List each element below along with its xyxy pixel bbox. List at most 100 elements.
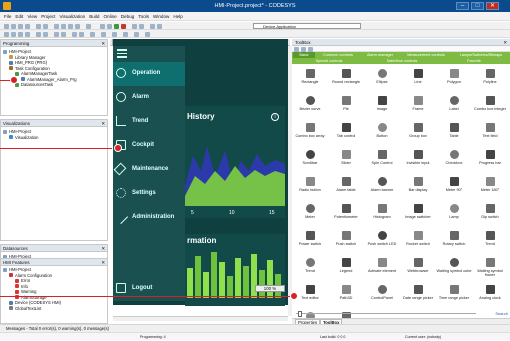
- toolbox-item[interactable]: Progress bar: [472, 145, 508, 173]
- toolbox-item[interactable]: Path3D: [328, 280, 364, 308]
- close-icon[interactable]: ✕: [101, 259, 105, 266]
- nav-trend[interactable]: Trend: [113, 110, 185, 134]
- toolbox-item[interactable]: Rectangle: [292, 64, 328, 92]
- close-icon[interactable]: ✕: [101, 40, 105, 47]
- menu-file[interactable]: File: [4, 12, 11, 21]
- menu-visualization[interactable]: Visualization: [60, 12, 86, 21]
- size-icon[interactable]: [101, 31, 106, 37]
- messages-bar[interactable]: Messages - Total 0 error(s), 0 warning(s…: [0, 324, 510, 332]
- toolbox-item[interactable]: Button: [364, 118, 400, 146]
- open-icon[interactable]: [11, 23, 16, 29]
- toolbox-item[interactable]: Meter 90°: [436, 172, 472, 200]
- tree-item[interactable]: DatasourcesTask: [3, 82, 107, 88]
- center-icon[interactable]: [90, 31, 95, 37]
- tree-item[interactable]: Visualization: [3, 135, 107, 141]
- delete-icon[interactable]: [75, 23, 80, 29]
- toolbox-item[interactable]: Pie: [328, 91, 364, 119]
- build-icon[interactable]: [100, 23, 105, 29]
- toolbox-item[interactable]: Spin Control: [364, 145, 400, 173]
- toolbox-item[interactable]: Radio button: [292, 172, 328, 200]
- toolbox-item[interactable]: Combo box integer: [472, 91, 508, 119]
- toolbox-item[interactable]: Image switcher: [400, 199, 436, 227]
- monitor-icon[interactable]: [157, 23, 162, 29]
- menu-view[interactable]: View: [27, 12, 37, 21]
- toolbox-item[interactable]: Power switch: [292, 226, 328, 254]
- align-left-icon[interactable]: [4, 31, 9, 37]
- login-icon[interactable]: [107, 23, 112, 29]
- maximize-button[interactable]: □: [471, 2, 484, 10]
- redo-icon[interactable]: [43, 23, 48, 29]
- close-icon[interactable]: ✕: [503, 39, 507, 46]
- toolbox-item[interactable]: Ellipse: [364, 64, 400, 92]
- toolbox-item[interactable]: Push switch: [328, 226, 364, 254]
- menu-edit[interactable]: Edit: [15, 12, 23, 21]
- nav-administration[interactable]: Administration: [113, 206, 185, 230]
- toolbox-item[interactable]: Polygon: [436, 64, 472, 92]
- minimize-button[interactable]: –: [456, 2, 469, 10]
- toolbox-item[interactable]: Line: [400, 64, 436, 92]
- layer-icon[interactable]: [123, 31, 128, 37]
- nav-cockpit[interactable]: Cockpit: [113, 134, 185, 158]
- ungroup-icon[interactable]: [43, 31, 48, 37]
- info-icon[interactable]: i: [271, 113, 279, 121]
- toolbox-item[interactable]: Round rectangle: [328, 64, 364, 92]
- toolbox-item[interactable]: Frame: [400, 91, 436, 119]
- zoom-icon[interactable]: [79, 31, 84, 37]
- nav-alarm[interactable]: Alarm: [113, 86, 185, 110]
- device-select[interactable]: Device.Application: [253, 23, 361, 29]
- breakpoint-icon[interactable]: [139, 23, 144, 29]
- menu-build[interactable]: Build: [89, 12, 99, 21]
- toolbox-item[interactable]: Rocker switch: [400, 226, 436, 254]
- menu-tools[interactable]: Tools: [138, 12, 149, 21]
- zoom-level[interactable]: 100 %: [255, 285, 285, 292]
- toolbox-item[interactable]: Invisible input: [400, 145, 436, 173]
- cut-icon[interactable]: [54, 23, 59, 29]
- save-icon[interactable]: [18, 23, 23, 29]
- horizontal-scrollbar[interactable]: [113, 316, 288, 321]
- close-icon[interactable]: ✕: [101, 245, 105, 252]
- undo-icon[interactable]: [36, 23, 41, 29]
- toolbox-item[interactable]: Group box: [400, 118, 436, 146]
- menu-debug[interactable]: Debug: [121, 12, 135, 21]
- toolbox-item[interactable]: Webbrowser: [400, 253, 436, 281]
- toolbox-item[interactable]: Time range picker: [436, 280, 472, 308]
- toolbox-item[interactable]: Meter 180°: [472, 172, 508, 200]
- copy-icon[interactable]: [61, 23, 66, 29]
- toolbox-item[interactable]: ControlPanel: [364, 280, 400, 308]
- close-icon[interactable]: ✕: [101, 120, 105, 127]
- tree-item[interactable]: GlobalTextList: [3, 306, 107, 312]
- stop-icon[interactable]: [121, 23, 126, 29]
- toolbox-item[interactable]: Dip switch: [472, 199, 508, 227]
- align-right-icon[interactable]: [11, 31, 16, 37]
- toolbox-item[interactable]: Bézier curve: [292, 91, 328, 119]
- menu-window[interactable]: Window: [153, 12, 169, 21]
- toolbox-item[interactable]: Lamp: [436, 199, 472, 227]
- search-link[interactable]: Search: [495, 311, 508, 316]
- toolbox-item[interactable]: Waiting symbol flower: [472, 253, 508, 281]
- print-icon[interactable]: [25, 23, 30, 29]
- toolbox-item[interactable]: Trend: [292, 253, 328, 281]
- menu-help[interactable]: Help: [173, 12, 182, 21]
- close-button[interactable]: ✕: [486, 2, 499, 10]
- align-top-icon[interactable]: [18, 31, 23, 37]
- spacing-icon[interactable]: [112, 31, 117, 37]
- hamburger-icon[interactable]: [117, 49, 127, 58]
- toolbox-item[interactable]: Scrollbar: [292, 145, 328, 173]
- toolbox-item[interactable]: Tab control: [328, 118, 364, 146]
- toolbox-item[interactable]: Legend: [328, 253, 364, 281]
- logout-button[interactable]: Logout: [113, 277, 185, 301]
- toolbox-item[interactable]: Bar display: [400, 172, 436, 200]
- menu-online[interactable]: Online: [103, 12, 116, 21]
- toolbox-item[interactable]: Polyline: [472, 64, 508, 92]
- nav-maintenance[interactable]: Maintenance: [113, 158, 185, 182]
- toolbox-item[interactable]: Text field: [472, 118, 508, 146]
- interface-icon[interactable]: [134, 31, 139, 37]
- menu-project[interactable]: Project: [41, 12, 55, 21]
- zoom-slider[interactable]: [298, 311, 302, 317]
- toolbox-item[interactable]: Table: [436, 118, 472, 146]
- toolbox-item[interactable]: Push switch LED: [364, 226, 400, 254]
- paste-icon[interactable]: [68, 23, 73, 29]
- toolbox-item[interactable]: Label: [436, 91, 472, 119]
- toolbox-item[interactable]: Alarm table: [328, 172, 364, 200]
- toolbox-item[interactable]: Checkbox: [436, 145, 472, 173]
